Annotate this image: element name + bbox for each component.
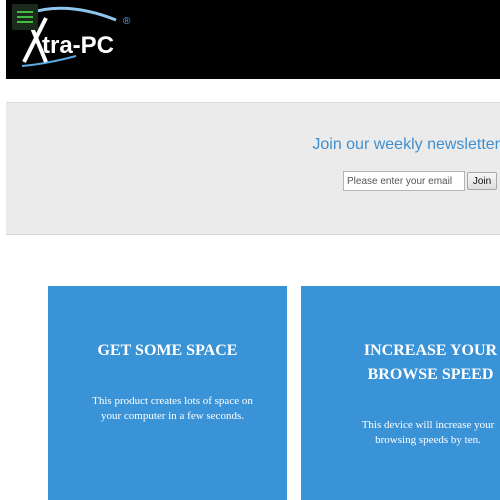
card-text: This product creates lots of space on yo… [92, 395, 253, 422]
site-header: tra-PC ® [6, 0, 500, 79]
card-text: This device will increase your browsing … [361, 419, 495, 446]
newsletter-section: Join our weekly newsletter Join [6, 102, 500, 235]
svg-text:®: ® [123, 16, 131, 27]
card-title: GET SOME SPACE [97, 342, 238, 359]
hamburger-menu-icon[interactable] [12, 4, 38, 30]
newsletter-title: Join our weekly newsletter [312, 136, 500, 153]
svg-text:tra-PC: tra-PC [42, 32, 114, 59]
card-title: INCREASE YOUR BROWSE SPEED [363, 342, 498, 383]
promo-card-space[interactable]: GET SOME SPACE This product creates lots… [48, 286, 287, 500]
email-input[interactable] [343, 171, 465, 191]
promo-card-speed[interactable]: INCREASE YOUR BROWSE SPEED This device w… [301, 286, 500, 500]
join-button[interactable]: Join [467, 172, 497, 190]
